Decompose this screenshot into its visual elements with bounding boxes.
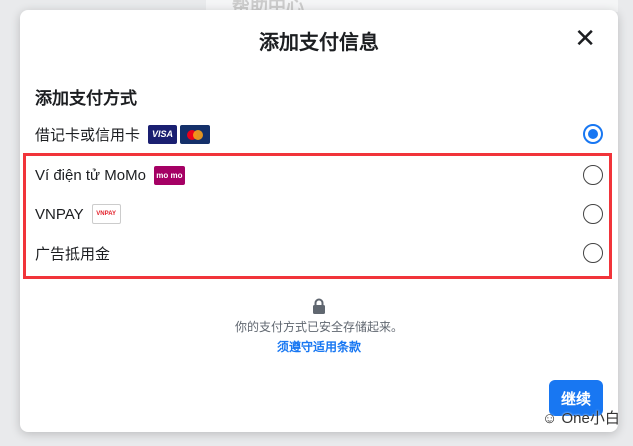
dialog-title: 添加支付信息 — [259, 32, 379, 54]
close-icon[interactable]: ✕ — [574, 24, 596, 52]
secure-text: 你的支付方式已安全存储起来。 — [234, 320, 403, 334]
highlight-box — [23, 153, 612, 279]
visa-icon: VISA — [148, 124, 178, 144]
watermark-text: One小白 — [561, 410, 620, 427]
mastercard-icon — [180, 124, 211, 144]
add-payment-dialog: 添加支付信息 ✕ 添加支付方式 借记卡或信用卡 VISA Ví điện tử … — [20, 10, 618, 432]
wechat-icon: ☺ — [542, 410, 562, 427]
watermark: ☺ One小白 — [542, 407, 620, 428]
section-title: 添加支付方式 — [35, 89, 137, 108]
radio-selected[interactable] — [583, 124, 603, 144]
option-label: 借记卡或信用卡 — [35, 126, 141, 144]
payment-option-card[interactable]: 借记卡或信用卡 VISA — [35, 120, 605, 148]
terms-link[interactable]: 须遵守适用条款 — [20, 338, 618, 355]
lock-icon — [313, 298, 325, 314]
